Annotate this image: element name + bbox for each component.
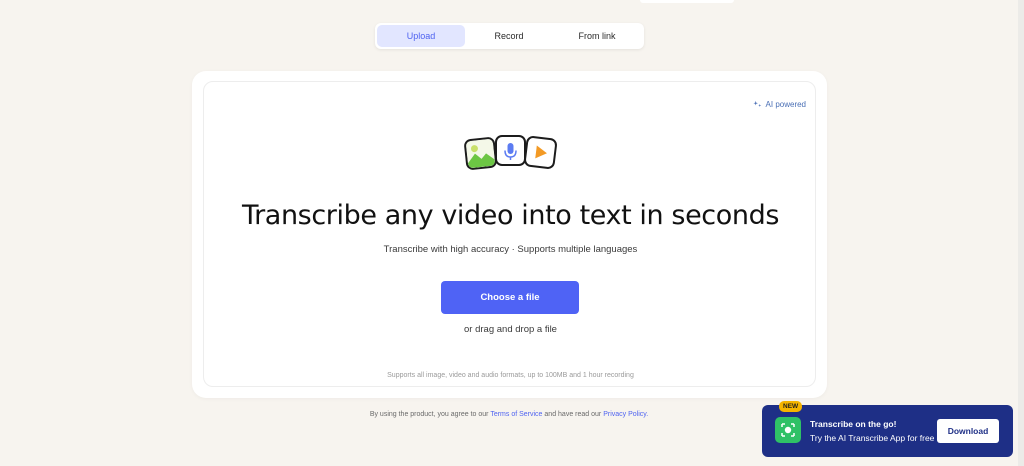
top-bar-fragment <box>640 0 734 3</box>
image-icon <box>463 136 498 171</box>
ai-powered-badge: AI powered <box>752 100 806 109</box>
tab-upload[interactable]: Upload <box>377 25 465 47</box>
scrollbar[interactable] <box>1018 0 1024 466</box>
upload-card: AI powered Transcribe any video into tex… <box>192 71 827 398</box>
download-button[interactable]: Download <box>937 419 999 443</box>
source-tabs: Upload Record From link <box>375 23 644 49</box>
format-support-note: Supports all image, video and audio form… <box>387 372 634 379</box>
ai-powered-label: AI powered <box>765 100 806 109</box>
tab-record[interactable]: Record <box>465 25 553 47</box>
terms-of-service-link[interactable]: Terms of Service <box>490 411 542 418</box>
play-icon <box>523 135 558 170</box>
microphone-icon <box>495 135 526 166</box>
promo-title: Transcribe on the go! <box>810 419 897 429</box>
legal-prefix: By using the product, you agree to our <box>369 411 489 418</box>
drop-zone[interactable]: AI powered Transcribe any video into tex… <box>203 81 816 387</box>
app-icon <box>775 417 801 443</box>
new-badge: NEW <box>779 401 803 412</box>
promo-subtitle: Try the AI Transcribe App for free <box>810 433 935 443</box>
page-title: Transcribe any video into text in second… <box>241 200 779 231</box>
page-subtitle: Transcribe with high accuracy · Supports… <box>383 244 638 255</box>
tab-from-link[interactable]: From link <box>553 25 641 47</box>
privacy-policy-link[interactable]: Privacy Policy. <box>603 411 648 418</box>
legal-middle: and have read our <box>544 411 602 418</box>
app-promo-banner: NEW Transcribe on the go! Try the AI Tra… <box>762 401 1013 457</box>
media-icons <box>463 134 559 171</box>
choose-file-button[interactable]: Choose a file <box>441 281 579 314</box>
drag-drop-hint: or drag and drop a file <box>464 324 557 335</box>
sparkle-icon <box>752 100 761 107</box>
